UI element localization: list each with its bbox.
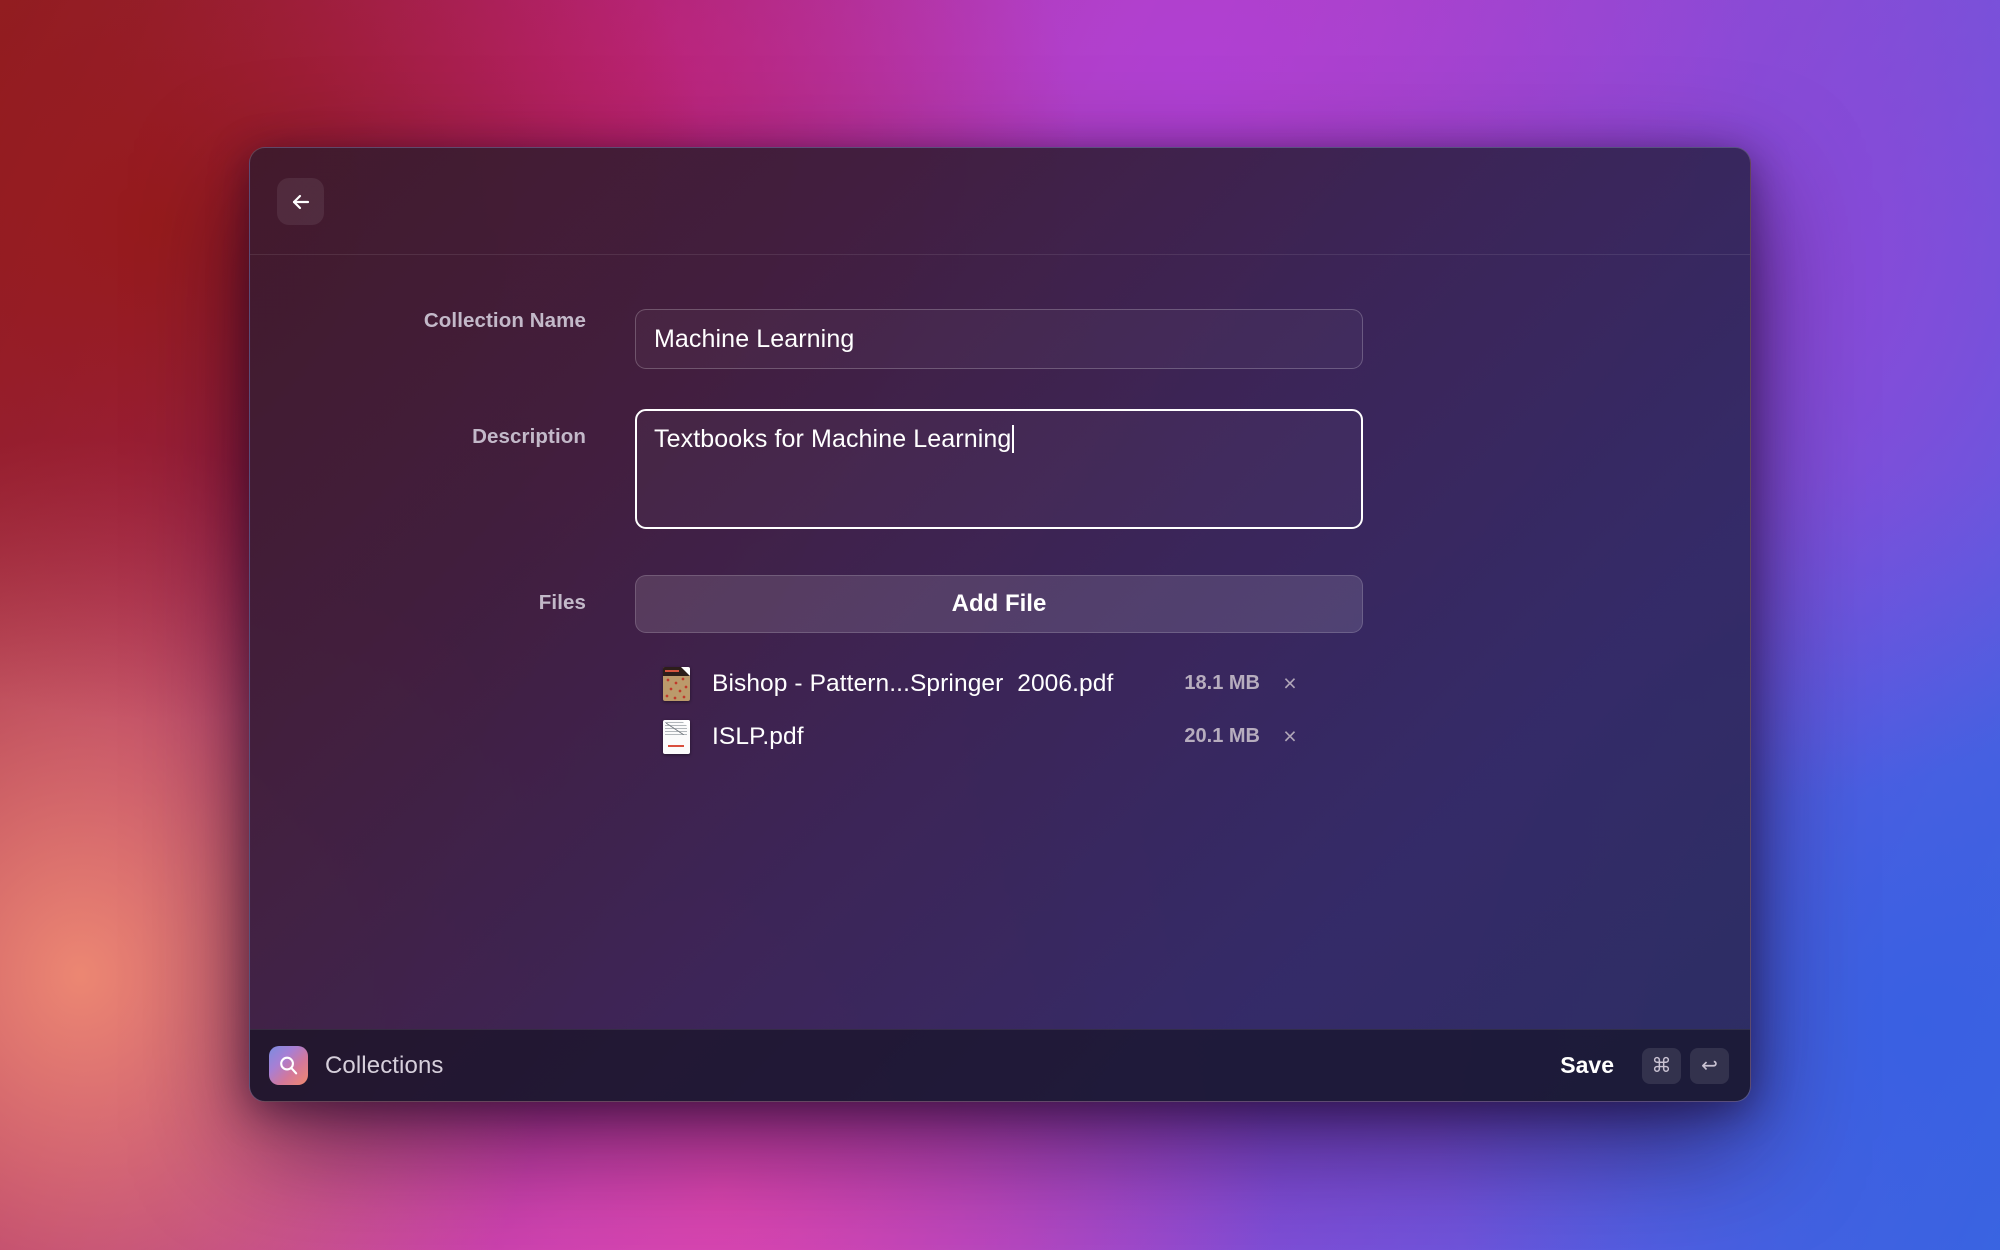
footer-actions: Save ⌘ ↩ bbox=[1560, 1048, 1729, 1084]
file-name: Bishop - Pattern...Springer 2006.pdf bbox=[712, 670, 1113, 698]
form-row-files: Files Add File Bishop - Pattern...Spring… bbox=[250, 575, 1750, 763]
file-size: 18.1 MB bbox=[1184, 672, 1260, 695]
remove-file-button[interactable]: × bbox=[1281, 725, 1299, 748]
save-button[interactable]: Save bbox=[1560, 1052, 1614, 1079]
remove-file-button[interactable]: × bbox=[1281, 672, 1299, 695]
description-label: Description bbox=[250, 409, 635, 449]
return-key[interactable]: ↩ bbox=[1690, 1048, 1729, 1084]
files-label: Files bbox=[250, 575, 635, 615]
file-name: ISLP.pdf bbox=[712, 723, 804, 751]
window-header bbox=[250, 148, 1750, 255]
file-row[interactable]: ISLP.pdf 20.1 MB × bbox=[635, 710, 1363, 763]
back-button[interactable] bbox=[277, 178, 324, 225]
pdf-thumbnail-icon bbox=[663, 667, 690, 701]
form-row-name: Collection Name Machine Learning bbox=[250, 309, 1750, 369]
raycast-window: Collection Name Machine Learning Descrip… bbox=[249, 147, 1751, 1102]
file-size: 20.1 MB bbox=[1184, 725, 1260, 748]
collection-form: Collection Name Machine Learning Descrip… bbox=[250, 255, 1750, 1029]
description-textarea[interactable]: Textbooks for Machine Learning bbox=[635, 409, 1363, 529]
app-title: Collections bbox=[325, 1052, 444, 1080]
form-row-description: Description Textbooks for Machine Learni… bbox=[250, 409, 1750, 529]
collection-name-input[interactable]: Machine Learning bbox=[635, 309, 1363, 369]
file-row[interactable]: Bishop - Pattern...Springer 2006.pdf 18.… bbox=[635, 657, 1363, 710]
arrow-left-icon bbox=[289, 190, 313, 214]
add-file-button[interactable]: Add File bbox=[635, 575, 1363, 633]
window-footer: Collections Save ⌘ ↩ bbox=[250, 1029, 1750, 1101]
command-key[interactable]: ⌘ bbox=[1642, 1048, 1681, 1084]
raycast-search-icon[interactable] bbox=[269, 1046, 308, 1085]
magnifier-icon bbox=[277, 1054, 300, 1077]
text-caret bbox=[1012, 425, 1014, 453]
pdf-thumbnail-icon bbox=[663, 720, 690, 754]
desktop-wallpaper: Collection Name Machine Learning Descrip… bbox=[0, 0, 2000, 1250]
collection-name-label: Collection Name bbox=[250, 309, 635, 333]
description-value: Textbooks for Machine Learning bbox=[654, 425, 1011, 453]
file-list: Bishop - Pattern...Springer 2006.pdf 18.… bbox=[635, 657, 1363, 763]
